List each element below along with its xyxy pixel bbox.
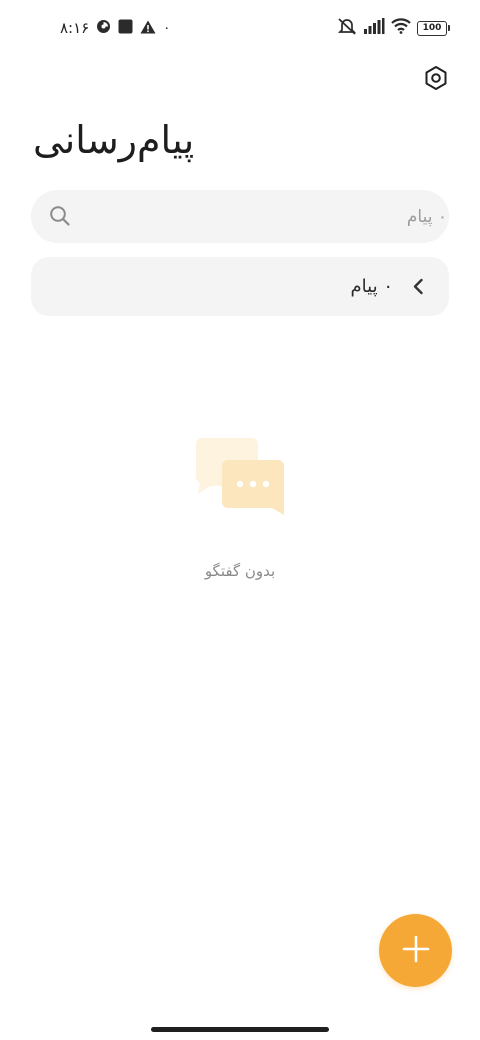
message-count-label: ۰ پیام — [350, 276, 393, 297]
new-conversation-button[interactable] — [379, 914, 452, 987]
page-title: پیام‌رسانی — [33, 118, 195, 162]
battery-level: 100 — [417, 20, 447, 36]
search-input[interactable] — [107, 190, 449, 243]
empty-state-text: بدون گفتگو — [204, 562, 276, 580]
search-bar[interactable] — [31, 190, 449, 243]
warning-icon — [140, 19, 156, 38]
notification-count: ۰ — [163, 20, 171, 36]
home-indicator[interactable] — [151, 1027, 329, 1032]
settings-hexagon-icon — [423, 65, 449, 95]
message-count-row[interactable]: ۰ پیام — [31, 257, 449, 316]
plus-icon — [402, 935, 430, 967]
status-bar: ۸:۱۶ ۰ 100 — [0, 14, 480, 42]
battery-icon: 100 — [417, 20, 450, 36]
settings-button[interactable] — [422, 66, 450, 94]
chevron-left-icon — [412, 278, 424, 295]
chat-bubbles-icon — [195, 436, 286, 518]
screen-record-icon — [96, 19, 111, 38]
status-left: ۸:۱۶ ۰ — [60, 14, 170, 42]
signal-icon — [363, 18, 385, 38]
mute-icon — [337, 17, 357, 39]
wifi-icon — [391, 18, 411, 38]
battery-tip — [448, 25, 450, 31]
search-icon — [49, 205, 71, 227]
status-right: 100 — [337, 14, 450, 42]
stop-square-icon — [118, 19, 133, 38]
status-time: ۸:۱۶ — [60, 19, 90, 37]
